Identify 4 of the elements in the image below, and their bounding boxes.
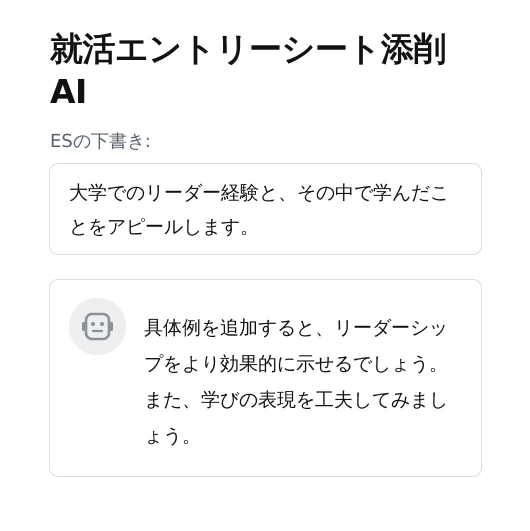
app-title: 就活エントリーシート添削AI (50, 28, 447, 113)
draft-field[interactable]: 大学でのリーダー経験と、その中で学んだことをアピールします。 (49, 162, 482, 255)
draft-label: ESの下書き: (50, 130, 152, 154)
feedback-text: 具体例を追加すると、リーダーシップをより効果的に示せるでしょう。また、学びの表現を工夫してみましょう。 (143, 316, 449, 449)
